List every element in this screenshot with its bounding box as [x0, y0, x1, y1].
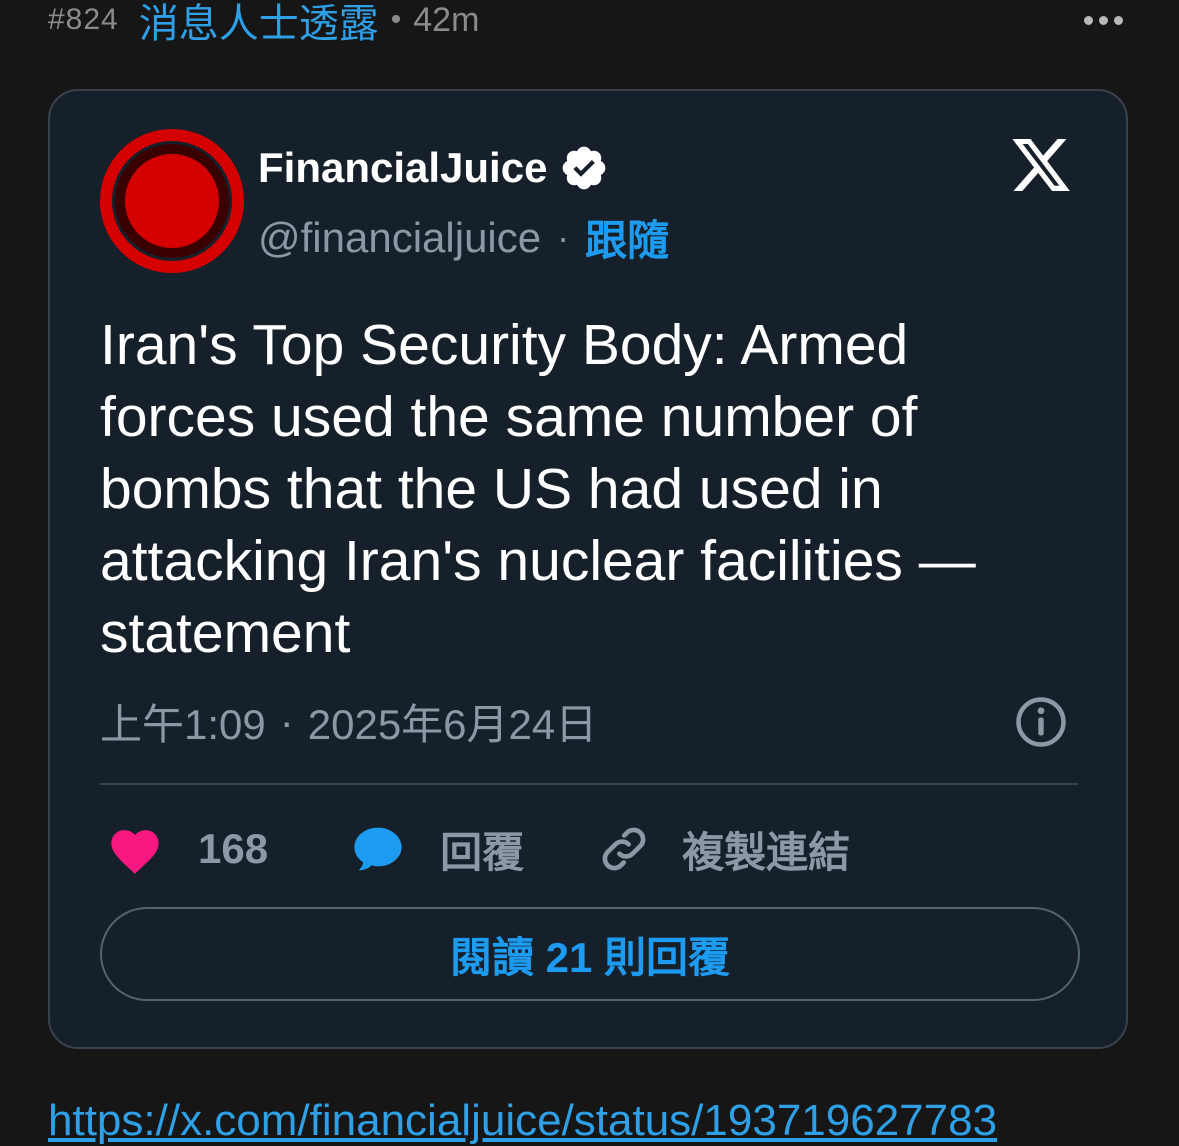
- post-time: 42m: [413, 0, 480, 39]
- copy-link-label: 複製連結: [682, 828, 851, 876]
- heart-icon: [111, 830, 159, 874]
- post-header: #824 消息人士透露 • 42m: [48, 0, 1123, 46]
- timestamp-separator: ·: [279, 697, 294, 745]
- tweet-timestamp[interactable]: 上午1:09 · 2025年6月24日: [100, 691, 597, 752]
- reply-button[interactable]: 回覆: [350, 819, 596, 880]
- tweet-text: Iran's Top Security Body: Armed forces u…: [100, 313, 976, 665]
- read-replies-button[interactable]: 閱讀 21 則回覆: [100, 907, 1080, 1001]
- tweet-url-link[interactable]: https://x.com/financialjuice/status/1937…: [48, 1096, 997, 1146]
- copy-link-button[interactable]: 複製連結: [596, 819, 850, 880]
- handle-separator: ·: [557, 216, 570, 258]
- tweet-author-row: FinancialJuice: [258, 143, 609, 193]
- post-number: #824: [48, 3, 119, 36]
- tweet-time: 上午1:09: [100, 701, 266, 748]
- follow-button[interactable]: 跟隨: [585, 207, 669, 268]
- display-name[interactable]: FinancialJuice: [258, 144, 547, 192]
- handle[interactable]: @financialjuice: [258, 214, 541, 262]
- verified-badge-icon: [563, 146, 606, 190]
- more-options-icon[interactable]: [1084, 15, 1123, 25]
- post-author[interactable]: 消息人士透露: [139, 0, 379, 49]
- tweet-embed-card[interactable]: FinancialJuice @financialjuice · 跟隨 Iran…: [48, 89, 1128, 1049]
- link-icon: [602, 827, 646, 871]
- tweet-date: 2025年6月24日: [307, 701, 598, 748]
- like-button[interactable]: 168: [106, 823, 350, 875]
- handle-row: @financialjuice · 跟隨: [258, 207, 669, 268]
- info-icon[interactable]: [1014, 695, 1068, 749]
- tweet-actions: 168 回覆 複製連結: [106, 817, 850, 881]
- reply-label: 回覆: [440, 828, 525, 876]
- reply-icon: [354, 827, 402, 871]
- x-logo-icon[interactable]: [1008, 133, 1074, 197]
- separator: •: [390, 3, 402, 36]
- divider: [100, 783, 1078, 785]
- like-count: 168: [198, 825, 269, 872]
- avatar[interactable]: [100, 129, 244, 273]
